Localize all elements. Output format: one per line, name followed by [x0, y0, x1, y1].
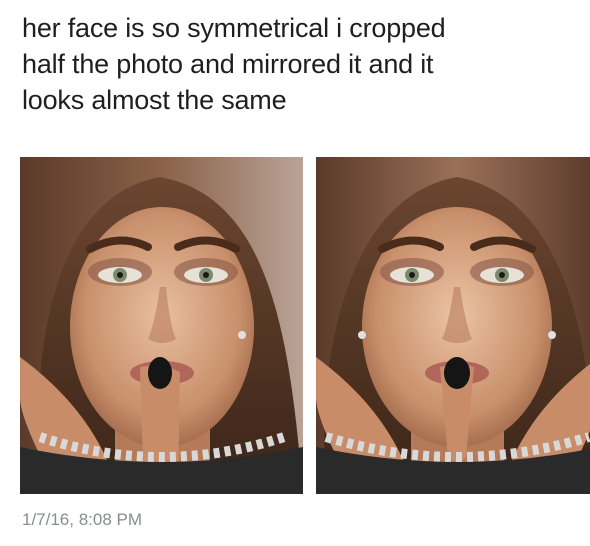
- mirrored-photo[interactable]: [316, 157, 590, 494]
- original-photo[interactable]: [20, 157, 303, 494]
- tweet-text: her face is so symmetrical i cropped hal…: [22, 10, 570, 118]
- tweet-text-line: looks almost the same: [22, 85, 287, 115]
- tweet-text-line: her face is so symmetrical i cropped: [22, 13, 446, 43]
- portrait-image-mirrored: [316, 157, 590, 494]
- tweet-card: her face is so symmetrical i cropped hal…: [0, 0, 590, 546]
- portrait-image: [20, 157, 303, 494]
- tweet-text-line: half the photo and mirrored it and it: [22, 49, 434, 79]
- tweet-timestamp[interactable]: 1/7/16, 8:08 PM: [22, 510, 142, 530]
